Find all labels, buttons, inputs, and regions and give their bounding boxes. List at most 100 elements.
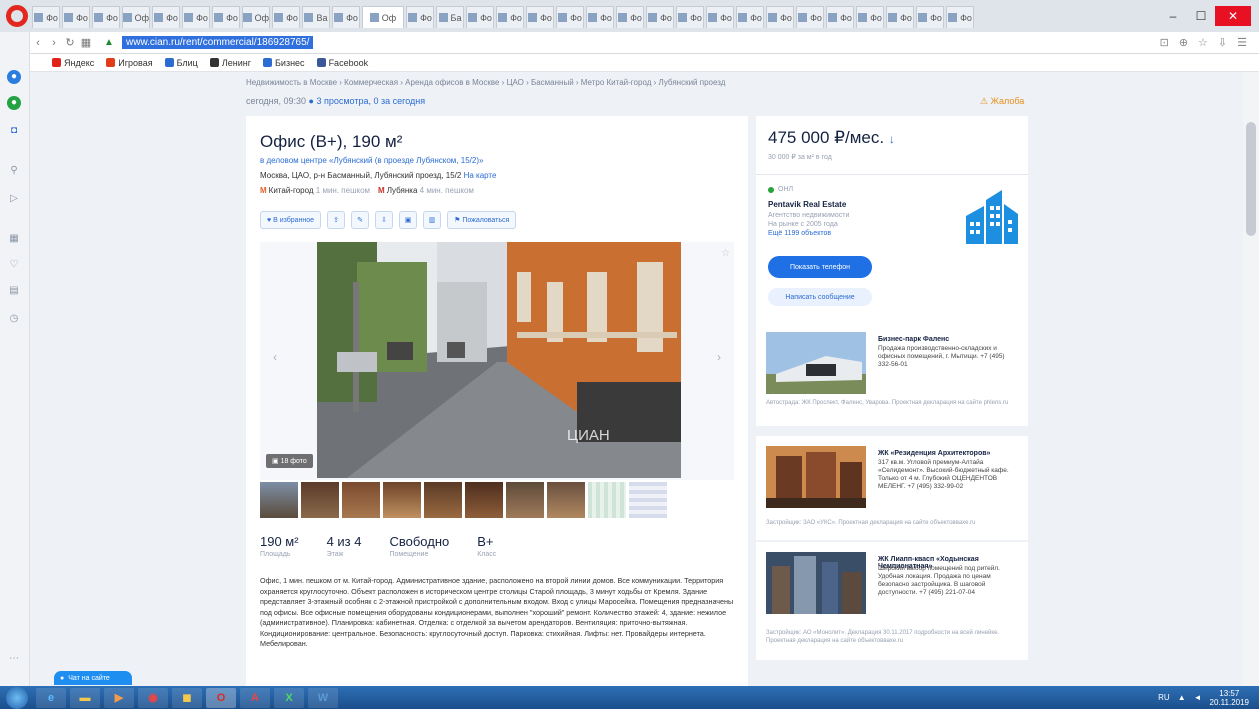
opera-logo-icon[interactable] bbox=[6, 5, 28, 27]
excel-taskbar-icon[interactable]: X bbox=[274, 687, 304, 708]
browser-tab[interactable]: Фо bbox=[332, 6, 360, 28]
agent-logo-icon[interactable] bbox=[962, 186, 1022, 244]
floorplan-thumbnail[interactable] bbox=[588, 482, 626, 518]
thumbnail[interactable] bbox=[424, 482, 462, 518]
browser-tab[interactable]: Оф bbox=[122, 6, 150, 28]
pdf-taskbar-icon[interactable]: A bbox=[240, 687, 270, 708]
explorer-taskbar-icon[interactable]: ▬ bbox=[70, 687, 100, 708]
maximize-button[interactable]: ☐ bbox=[1187, 6, 1215, 26]
back-icon[interactable]: ‹ bbox=[30, 37, 46, 49]
chrome-taskbar-icon[interactable]: ◉ bbox=[138, 687, 168, 708]
browser-tab[interactable]: Фо bbox=[182, 6, 210, 28]
browser-tab[interactable]: Фо bbox=[32, 6, 60, 28]
browser-tab[interactable]: Фо bbox=[272, 6, 300, 28]
browser-tab[interactable]: Фо bbox=[736, 6, 764, 28]
thumbnail[interactable] bbox=[342, 482, 380, 518]
browser-tab[interactable]: Фо bbox=[496, 6, 524, 28]
browser-tab[interactable]: Фо bbox=[212, 6, 240, 28]
network-icon[interactable]: ▲ bbox=[1178, 693, 1186, 702]
bookmark-icon[interactable]: ☆ bbox=[721, 248, 730, 259]
ad-card[interactable]: Бизнес-парк Фаленс Продажа производствен… bbox=[756, 322, 1028, 426]
print-icon[interactable]: ▣ bbox=[399, 211, 418, 229]
report-button[interactable]: ⚑ Пожаловаться bbox=[447, 211, 517, 229]
close-window-button[interactable]: ✕ bbox=[1215, 6, 1251, 26]
ad-card[interactable]: ЖК «Резиденция Архитекторов» 317 кв.м. У… bbox=[756, 436, 1028, 540]
download-icon[interactable]: ⇩ bbox=[375, 211, 394, 229]
next-photo-icon[interactable]: › bbox=[712, 350, 726, 364]
browser-tab[interactable]: Фо bbox=[616, 6, 644, 28]
messenger-icon[interactable]: ● bbox=[7, 70, 21, 84]
browser-tab[interactable]: Фо bbox=[586, 6, 614, 28]
floorplan-thumbnail[interactable] bbox=[629, 482, 667, 518]
opera-taskbar-icon[interactable]: O bbox=[206, 687, 236, 708]
search-icon[interactable]: ⚲ bbox=[7, 164, 21, 178]
agent-objects-link[interactable]: Ещё 1199 объектов bbox=[768, 229, 908, 238]
browser-tab[interactable]: Фо bbox=[466, 6, 494, 28]
browser-tab[interactable]: Фо bbox=[796, 6, 824, 28]
chat-button[interactable]: ● Чат на сайте bbox=[54, 671, 132, 685]
reload-icon[interactable]: ↻ bbox=[62, 36, 78, 49]
browser-tab[interactable]: Фо bbox=[62, 6, 90, 28]
bookmark-item[interactable]: Ленинг bbox=[209, 58, 251, 68]
grid-icon[interactable]: ▦ bbox=[78, 36, 94, 49]
browser-tab[interactable]: Фо bbox=[766, 6, 794, 28]
photo-count-badge[interactable]: ▣ 18 фото bbox=[266, 454, 313, 468]
browser-tab[interactable]: Фо bbox=[826, 6, 854, 28]
browser-tab[interactable]: Фо bbox=[646, 6, 674, 28]
minimize-button[interactable]: – bbox=[1159, 6, 1187, 26]
share-icon[interactable]: ⇪ bbox=[327, 211, 346, 229]
bookmark-item[interactable]: Бизнес bbox=[263, 58, 305, 68]
thumbnail[interactable] bbox=[260, 482, 298, 518]
download-icon[interactable]: ⇩ bbox=[1218, 36, 1227, 49]
more-icon[interactable]: ⋯ bbox=[7, 652, 21, 666]
browser-tab[interactable]: Оф bbox=[362, 6, 404, 28]
compare-icon[interactable]: ▥ bbox=[423, 211, 442, 229]
thumbnail[interactable] bbox=[383, 482, 421, 518]
browser-tab[interactable]: Оф bbox=[242, 6, 270, 28]
bookmark-item[interactable]: Игровая bbox=[106, 58, 153, 68]
bookmark-item[interactable]: Блиц bbox=[164, 58, 198, 68]
browser-tab[interactable]: Фо bbox=[526, 6, 554, 28]
browser-tab[interactable]: Фо bbox=[706, 6, 734, 28]
browser-tab[interactable]: Ба bbox=[436, 6, 464, 28]
browser-tab[interactable]: Ва bbox=[302, 6, 330, 28]
volume-icon[interactable]: ◄ bbox=[1194, 693, 1202, 702]
history-icon[interactable]: ◷ bbox=[7, 312, 21, 326]
send-message-button[interactable]: Написать сообщение bbox=[768, 288, 872, 306]
breadcrumb[interactable]: Недвижимость в Москве › Коммерческая › А… bbox=[246, 78, 725, 87]
browser-tab[interactable]: Фо bbox=[556, 6, 584, 28]
page-scrollbar[interactable] bbox=[1243, 72, 1259, 686]
browser-tab[interactable]: Фо bbox=[916, 6, 944, 28]
business-center-link[interactable]: в деловом центре «Лубянский (в проезде Л… bbox=[260, 156, 483, 165]
price-history-icon[interactable]: ↓ bbox=[889, 132, 895, 146]
bookmark-star-icon[interactable]: ☆ bbox=[1198, 36, 1208, 49]
snapshot-icon[interactable]: ⊡ bbox=[1160, 36, 1169, 49]
bookmark-item[interactable]: Facebook bbox=[316, 58, 368, 68]
show-phone-button[interactable]: Показать телефон bbox=[768, 256, 872, 278]
media-taskbar-icon[interactable]: ▶ bbox=[104, 687, 134, 708]
thumbnail[interactable] bbox=[547, 482, 585, 518]
news-icon[interactable]: ▤ bbox=[7, 284, 21, 298]
metro-item[interactable]: M Лубянка 4 мин. пешком bbox=[378, 186, 474, 195]
forward-icon[interactable]: › bbox=[46, 37, 62, 49]
browser-tab[interactable]: Фо bbox=[152, 6, 180, 28]
menu-icon[interactable]: ☰ bbox=[1237, 36, 1247, 49]
ie-taskbar-icon[interactable]: e bbox=[36, 687, 66, 708]
browser-tab[interactable]: Фо bbox=[946, 6, 974, 28]
browser-tab[interactable]: Фо bbox=[886, 6, 914, 28]
clock[interactable]: 13:57 20.11.2019 bbox=[1210, 689, 1249, 707]
lang-indicator[interactable]: RU bbox=[1158, 693, 1170, 702]
app-taskbar-icon[interactable]: ◼ bbox=[172, 687, 202, 708]
complain-link[interactable]: ⚠ Жалоба bbox=[980, 96, 1024, 107]
agent-name[interactable]: Pentavik Real Estate bbox=[768, 200, 846, 209]
edit-icon[interactable]: ✎ bbox=[351, 211, 370, 229]
metro-item[interactable]: M Китай-город 1 мин. пешком bbox=[260, 186, 370, 195]
bookmark-item[interactable]: Яндекс bbox=[52, 58, 94, 68]
prev-photo-icon[interactable]: ‹ bbox=[268, 350, 282, 364]
main-photo[interactable]: ЦИАН bbox=[317, 242, 681, 478]
heart-icon[interactable]: ♡ bbox=[7, 258, 21, 272]
vk-icon[interactable]: ◘ bbox=[7, 124, 21, 138]
thumbnail[interactable] bbox=[506, 482, 544, 518]
browser-tab[interactable]: Фо bbox=[406, 6, 434, 28]
speed-dial-icon[interactable]: ▦ bbox=[7, 232, 21, 246]
